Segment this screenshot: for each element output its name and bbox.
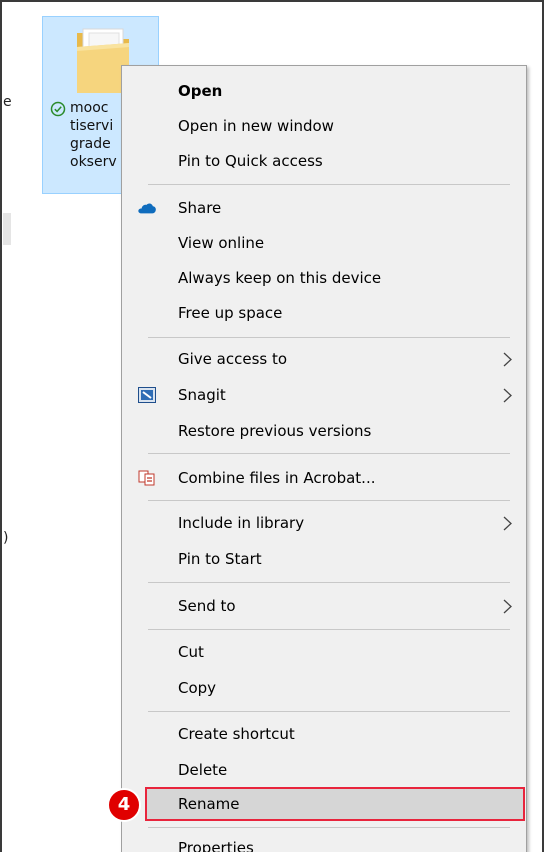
menu-separator: [148, 184, 510, 185]
menu-item-cut[interactable]: Cut: [124, 636, 524, 668]
menu-item-restore-versions[interactable]: Restore previous versions: [124, 415, 524, 447]
chevron-right-icon: [503, 388, 512, 403]
menu-item-send-to[interactable]: Send to: [124, 590, 524, 622]
menu-item-copy[interactable]: Copy: [124, 672, 524, 704]
sync-status-check-icon: [50, 101, 66, 117]
snagit-icon: [138, 387, 156, 403]
truncated-nav-text: ): [3, 530, 9, 546]
chevron-right-icon: [503, 352, 512, 367]
menu-item-properties[interactable]: Properties: [124, 832, 524, 852]
menu-separator: [148, 337, 510, 338]
window-frame-left: [0, 0, 2, 852]
menu-separator: [148, 711, 510, 712]
onedrive-cloud-icon: [138, 203, 156, 214]
menu-item-rename[interactable]: Rename: [145, 787, 525, 821]
screenshot-stage: e ) mooc tiservi grade okserv Open Open …: [0, 0, 544, 852]
step-number-badge: 4: [107, 788, 141, 822]
menu-item-share[interactable]: Share: [124, 192, 524, 224]
acrobat-combine-icon: [138, 470, 155, 486]
menu-item-pin-quick-access[interactable]: Pin to Quick access: [124, 145, 524, 177]
menu-separator: [148, 827, 510, 828]
chevron-right-icon: [503, 516, 512, 531]
menu-item-pin-start[interactable]: Pin to Start: [124, 543, 524, 575]
menu-item-always-keep[interactable]: Always keep on this device: [124, 262, 524, 294]
menu-item-include-library[interactable]: Include in library: [124, 507, 524, 539]
menu-item-open[interactable]: Open: [124, 75, 524, 107]
context-menu: Open Open in new window Pin to Quick acc…: [121, 65, 527, 852]
menu-item-combine-acrobat[interactable]: Combine files in Acrobat...: [124, 462, 524, 494]
menu-item-give-access[interactable]: Give access to: [124, 343, 524, 375]
menu-separator: [148, 582, 510, 583]
menu-item-snagit[interactable]: Snagit: [124, 379, 524, 411]
window-frame-top: [0, 0, 544, 2]
menu-item-open-new-window[interactable]: Open in new window: [124, 110, 524, 142]
menu-item-delete[interactable]: Delete: [124, 754, 524, 786]
truncated-nav-text: e: [3, 94, 12, 110]
chevron-right-icon: [503, 599, 512, 614]
nav-pane-selection: [3, 213, 11, 245]
menu-separator: [148, 453, 510, 454]
menu-separator: [148, 500, 510, 501]
menu-item-free-up-space[interactable]: Free up space: [124, 297, 524, 329]
menu-item-view-online[interactable]: View online: [124, 227, 524, 259]
menu-separator: [148, 629, 510, 630]
menu-item-create-shortcut[interactable]: Create shortcut: [124, 718, 524, 750]
